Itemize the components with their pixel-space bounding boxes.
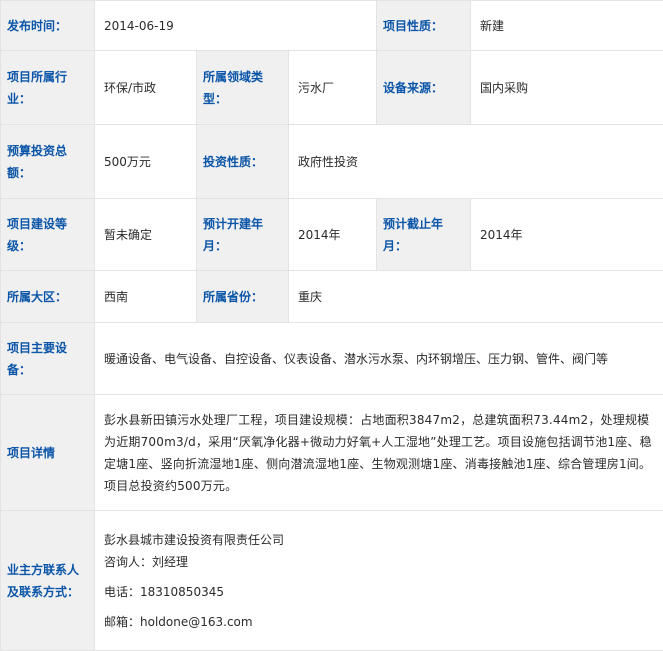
row-region: 所属大区： 西南 所属省份： 重庆 <box>1 271 663 323</box>
publish-date-label: 发布时间： <box>1 1 95 51</box>
project-detail-value: 彭水县新田镇污水处理厂工程，项目建设规模：占地面积3847m2，总建筑面积73.… <box>95 395 663 511</box>
domain-type-value: 污水厂 <box>289 51 377 125</box>
investment-nature-value: 政府性投资 <box>289 125 663 199</box>
contact-spacer <box>104 573 657 581</box>
project-nature-label: 项目性质： <box>377 1 471 51</box>
industry-value: 环保/市政 <box>95 51 197 125</box>
main-equipment-label: 项目主要设备： <box>1 323 95 395</box>
budget-label: 预算投资总额： <box>1 125 95 199</box>
planned-start-label: 预计开建年月： <box>197 199 289 271</box>
province-value: 重庆 <box>289 271 663 323</box>
region-value: 西南 <box>95 271 197 323</box>
contact-email: 邮箱：holdone@163.com <box>104 611 657 633</box>
row-budget: 预算投资总额： 500万元 投资性质： 政府性投资 <box>1 125 663 199</box>
domain-type-label: 所属领域类型： <box>197 51 289 125</box>
project-nature-value: 新建 <box>471 1 663 51</box>
row-industry: 项目所属行业： 环保/市政 所属领域类型： 污水厂 设备来源： 国内采购 <box>1 51 663 125</box>
row-contact: 业主方联系人及联系方式： 彭水县城市建设投资有限责任公司 咨询人：刘经理 电话：… <box>1 511 663 651</box>
owner-contact-label: 业主方联系人及联系方式： <box>1 511 95 651</box>
publish-date-value: 2014-06-19 <box>95 1 377 51</box>
owner-contact-value: 彭水县城市建设投资有限责任公司 咨询人：刘经理 电话：18310850345 邮… <box>95 511 663 651</box>
contact-spacer <box>104 603 657 611</box>
industry-label: 项目所属行业： <box>1 51 95 125</box>
contact-company: 彭水县城市建设投资有限责任公司 <box>104 529 657 551</box>
project-detail-label: 项目详情 <box>1 395 95 511</box>
region-label: 所属大区： <box>1 271 95 323</box>
construction-grade-label: 项目建设等级： <box>1 199 95 271</box>
province-label: 所属省份： <box>197 271 289 323</box>
row-publish: 发布时间： 2014-06-19 项目性质： 新建 <box>1 1 663 51</box>
planned-start-value: 2014年 <box>289 199 377 271</box>
row-grade: 项目建设等级： 暂未确定 预计开建年月： 2014年 预计截止年月： 2014年 <box>1 199 663 271</box>
row-equipment: 项目主要设备： 暖通设备、电气设备、自控设备、仪表设备、潜水污水泵、内环钢增压、… <box>1 323 663 395</box>
main-equipment-value: 暖通设备、电气设备、自控设备、仪表设备、潜水污水泵、内环钢增压、压力钢、管件、阀… <box>95 323 663 395</box>
budget-value: 500万元 <box>95 125 197 199</box>
planned-end-label: 预计截止年月： <box>377 199 471 271</box>
construction-grade-value: 暂未确定 <box>95 199 197 271</box>
contact-consultant: 咨询人：刘经理 <box>104 551 657 573</box>
project-info-table: 发布时间： 2014-06-19 项目性质： 新建 项目所属行业： 环保/市政 … <box>0 0 663 651</box>
planned-end-value: 2014年 <box>471 199 663 271</box>
row-detail: 项目详情 彭水县新田镇污水处理厂工程，项目建设规模：占地面积3847m2，总建筑… <box>1 395 663 511</box>
equipment-source-value: 国内采购 <box>471 51 663 125</box>
investment-nature-label: 投资性质： <box>197 125 289 199</box>
contact-phone: 电话：18310850345 <box>104 581 657 603</box>
equipment-source-label: 设备来源： <box>377 51 471 125</box>
